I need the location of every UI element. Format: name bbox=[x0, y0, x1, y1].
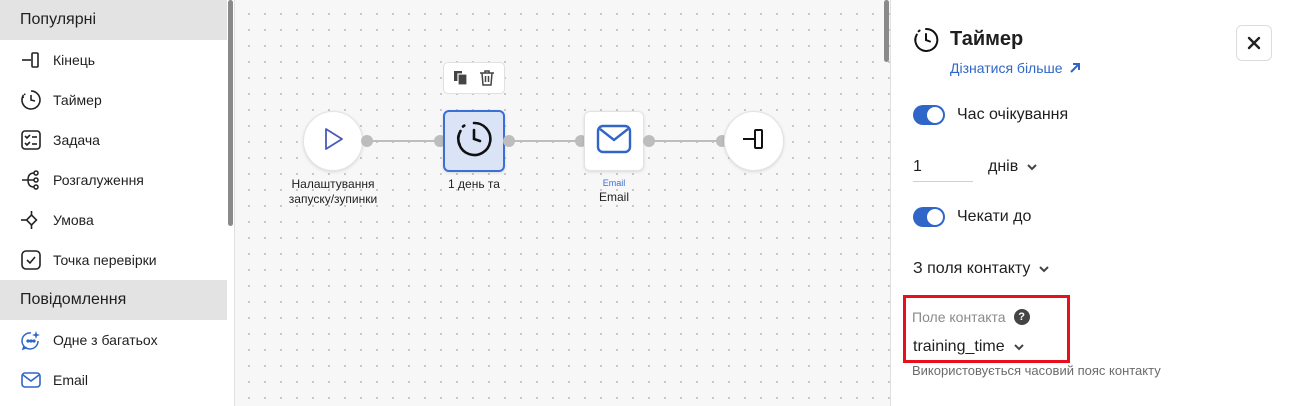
chevron-down-icon bbox=[1027, 164, 1037, 171]
panel-title: Таймер bbox=[950, 28, 1024, 50]
palette-item-checkpoint[interactable]: Точка перевірки bbox=[0, 240, 227, 280]
node-sublabel: Email bbox=[602, 178, 626, 188]
source-select-value: З поля контакту bbox=[913, 260, 1031, 277]
end-icon bbox=[20, 49, 42, 71]
palette-scrollbar[interactable] bbox=[228, 0, 233, 226]
timer-icon bbox=[913, 27, 939, 53]
copy-icon[interactable] bbox=[451, 68, 471, 88]
duration-input[interactable] bbox=[913, 152, 973, 182]
start-settings-node[interactable] bbox=[303, 111, 363, 171]
palette-item-label: Одне з багатьох bbox=[53, 332, 158, 348]
wait-time-label: Час очікування bbox=[957, 106, 1069, 123]
palette-item-condition[interactable]: Умова bbox=[0, 200, 227, 240]
output-port[interactable] bbox=[643, 135, 655, 147]
wait-time-toggle[interactable] bbox=[913, 105, 945, 125]
task-icon bbox=[20, 129, 42, 151]
node-label: 1 день та bbox=[448, 177, 500, 191]
help-icon[interactable]: ? bbox=[1013, 309, 1030, 325]
external-arrow-icon bbox=[1069, 63, 1080, 73]
close-button[interactable] bbox=[1236, 25, 1272, 61]
wait-until-label: Чекати до bbox=[957, 208, 1032, 225]
palette-item-label: Умова bbox=[53, 212, 94, 228]
contact-field-label-row: Поле контакта ? bbox=[912, 309, 1030, 325]
palette-item-label: Розгалуження bbox=[53, 172, 144, 188]
palette-item-one-of-many[interactable]: Одне з багатьох bbox=[0, 320, 227, 360]
end-node[interactable] bbox=[724, 111, 784, 171]
timer-icon bbox=[20, 89, 42, 111]
trash-icon[interactable] bbox=[477, 68, 497, 88]
chevron-down-icon bbox=[1039, 266, 1050, 273]
condition-icon bbox=[20, 209, 42, 231]
source-select[interactable]: З поля контакту bbox=[913, 260, 1050, 278]
chevron-down-icon bbox=[1013, 344, 1024, 351]
wait-until-toggle[interactable] bbox=[913, 207, 945, 227]
palette-item-label: Задача bbox=[53, 132, 100, 148]
branch-icon bbox=[20, 169, 42, 191]
email-node[interactable] bbox=[584, 111, 644, 171]
node-label: Налаштування запуску/зупинки bbox=[288, 177, 378, 206]
play-icon bbox=[320, 126, 346, 157]
checkpoint-icon bbox=[20, 249, 42, 271]
email-icon bbox=[20, 369, 42, 391]
sparkle-chat-icon bbox=[20, 329, 42, 351]
palette-item-task[interactable]: Задача bbox=[0, 120, 227, 160]
output-port[interactable] bbox=[361, 135, 373, 147]
wait-until-row: Чекати до bbox=[913, 207, 1031, 227]
palette-item-end[interactable]: Кінець bbox=[0, 40, 227, 80]
palette-item-timer[interactable]: Таймер bbox=[0, 80, 227, 120]
palette-item-label: Таймер bbox=[53, 92, 102, 108]
connector-line bbox=[368, 140, 440, 142]
email-icon bbox=[596, 124, 632, 159]
timer-node[interactable] bbox=[443, 110, 505, 172]
connector-line bbox=[649, 140, 721, 142]
timezone-hint: Використовується часовий пояс контакту bbox=[912, 363, 1161, 378]
end-icon bbox=[741, 126, 767, 157]
duration-unit-select[interactable]: днів bbox=[988, 158, 1038, 176]
section-messages-header: Повідомлення bbox=[0, 280, 227, 320]
close-icon bbox=[1247, 36, 1261, 50]
node-label: Email bbox=[598, 190, 629, 204]
palette-item-email[interactable]: Email bbox=[0, 360, 227, 400]
palette-item-label: Кінець bbox=[53, 52, 96, 68]
canvas-scrollbar[interactable] bbox=[884, 0, 889, 62]
learn-more-label: Дізнатися більше bbox=[950, 60, 1063, 76]
output-port[interactable] bbox=[503, 135, 515, 147]
connector-line bbox=[509, 140, 581, 142]
learn-more-link[interactable]: Дізнатися більше bbox=[950, 60, 1081, 76]
contact-field-value: training_time bbox=[913, 338, 1005, 355]
palette-item-label: Email bbox=[53, 372, 89, 388]
wait-time-row: Час очікування bbox=[913, 105, 1068, 125]
palette-item-label: Точка перевірки bbox=[53, 252, 157, 268]
section-popular-header: Популярні bbox=[0, 0, 227, 40]
contact-field-select[interactable]: training_time bbox=[913, 338, 1025, 356]
properties-panel: Таймер Дізнатися більше Час очікування д… bbox=[892, 0, 1291, 406]
palette-item-branch[interactable]: Розгалуження bbox=[0, 160, 227, 200]
duration-unit-value: днів bbox=[988, 158, 1019, 175]
timer-icon bbox=[455, 120, 493, 163]
node-toolbar bbox=[443, 62, 505, 94]
contact-field-label: Поле контакта bbox=[912, 309, 1006, 325]
node-palette: Популярні Кінець Таймер Задача Розгалуже… bbox=[0, 0, 227, 406]
